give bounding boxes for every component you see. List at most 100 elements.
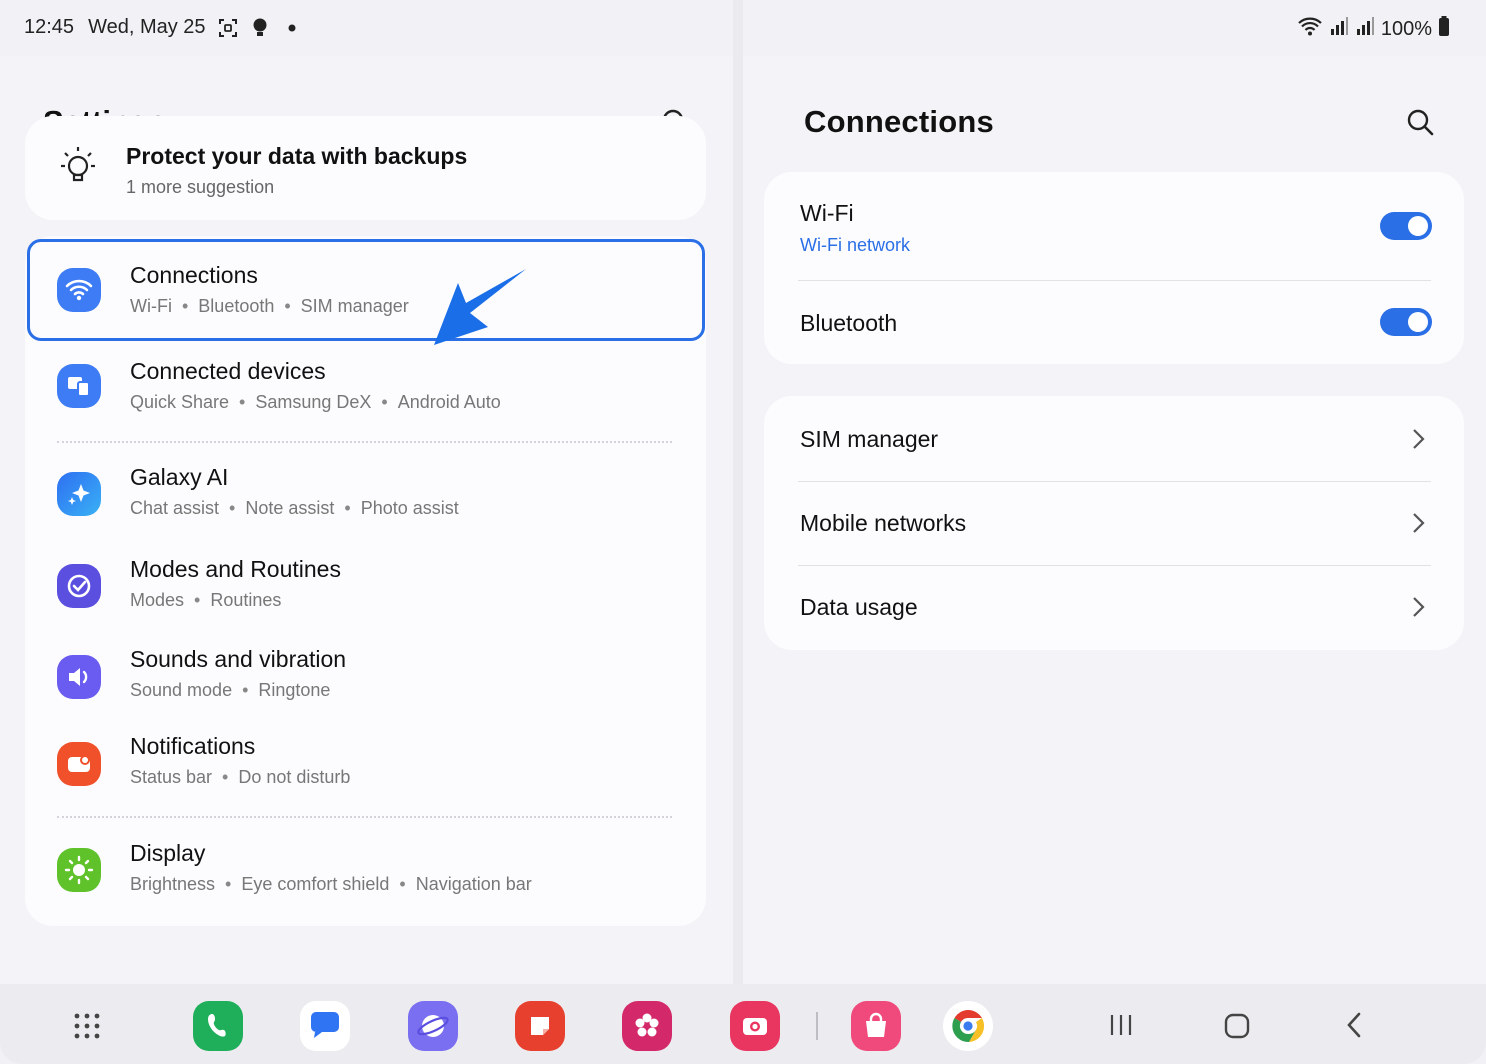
sub-label: Chat assist [130,498,220,518]
mobile-networks-row[interactable]: Mobile networks [764,482,1464,565]
chrome-icon[interactable] [943,1001,993,1051]
settings-item-display[interactable]: Display Brightness • Eye comfort shield • Na… [25,832,706,922]
item-subtitle: Quick Share • Samsung DeX • Android Auto [130,392,501,412]
sub-label: Android Auto [397,392,501,412]
screen: 12:45 Wed, May 25 100% Protect your data… [0,0,1486,1064]
chevron-right-icon [1413,429,1425,449]
item-subtitle: Modes • Routines [130,590,282,610]
suggestion-card[interactable]: Protect your data with backups 1 more su… [25,116,706,220]
lightbulb-icon [55,144,101,190]
link-title: SIM manager [800,426,939,452]
suggestion-subtitle: 1 more suggestion [126,177,275,197]
detail-title: Connections [804,104,994,139]
link-title: Mobile networks [800,510,967,536]
item-subtitle: Brightness • Eye comfort shield • Navigation… [130,874,532,894]
item-subtitle: Status bar • Do not disturb [130,767,351,787]
sub-label: Sound mode [130,680,233,700]
wifi-icon [57,268,101,312]
sub-label: Samsung DeX [255,392,372,412]
bluetooth-row[interactable]: Bluetooth [764,281,1464,364]
bulb-icon [250,17,270,39]
settings-list: Connections Wi-Fi • Bluetooth • SIM manager … [25,236,706,926]
status-time: 12:45 [24,16,75,38]
sub-label: Photo assist [360,498,459,518]
gallery-icon[interactable] [622,1001,672,1051]
settings-item-connections[interactable]: Connections Wi-Fi • Bluetooth • SIM manager [25,236,706,341]
sparkle-icon [57,472,101,516]
settings-item-connected-devices[interactable]: Connected devices Quick Share • Samsung De… [25,348,706,438]
sub-label: Wi-Fi [130,296,172,316]
data-usage-row[interactable]: Data usage [764,566,1464,650]
sub-label: Bluetooth [198,296,275,316]
dock-divider [816,1012,818,1040]
sub-label: Do not disturb [238,767,351,787]
sim-manager-row[interactable]: SIM manager [764,396,1464,481]
notification-icon [57,742,101,786]
battery-icon [1438,16,1450,42]
signal-icon [1329,16,1349,42]
wifi-icon [1297,16,1323,42]
sub-label: Modes [130,590,185,610]
taskbar [0,984,1486,1064]
divider [57,816,672,818]
item-title: Display [130,840,206,866]
dot-icon [282,17,302,39]
sub-label: Status bar [130,767,213,787]
bluetooth-title: Bluetooth [800,310,898,336]
settings-item-modes-and-routines[interactable]: Modes and Routines Modes • Routines [25,546,706,636]
links-card: SIM manager Mobile networks Data usage [764,396,1464,650]
wifi-toggle[interactable] [1380,212,1432,240]
selected-highlight [27,239,705,341]
notes-icon[interactable] [515,1001,565,1051]
sub-label: Brightness [130,874,216,894]
item-title: Connections [130,262,258,288]
settings-item-galaxy-ai[interactable]: Galaxy AI Chat assist • Note assist • Photo … [25,456,706,546]
pane-divider[interactable] [733,0,743,984]
sub-label: Navigation bar [415,874,532,894]
sub-label: Routines [210,590,282,610]
devices-icon [57,364,101,408]
phone-icon[interactable] [193,1001,243,1051]
item-title: Galaxy AI [130,464,229,490]
sub-label: SIM manager [300,296,409,316]
camera-icon[interactable] [730,1001,780,1051]
sub-label: Note assist [245,498,335,518]
wifi-network-name: Wi-Fi network [800,235,911,255]
status-bar: 12:45 Wed, May 25 100% [0,0,1486,56]
messages-icon[interactable] [300,1001,350,1051]
item-subtitle: Wi-Fi • Bluetooth • SIM manager [130,296,409,316]
bluetooth-toggle[interactable] [1380,308,1432,336]
home-icon[interactable] [1222,1011,1252,1041]
signal-icon [1355,16,1375,42]
chevron-right-icon [1413,513,1425,533]
internet-icon[interactable] [408,1001,458,1051]
chevron-right-icon [1413,597,1425,617]
check-circle-icon [57,564,101,608]
item-subtitle: Chat assist • Note assist • Photo assist [130,498,459,518]
back-icon[interactable] [1342,1010,1366,1040]
annotation-arrow-icon [430,265,530,350]
suggestion-title: Protect your data with backups [126,143,468,169]
settings-item-sounds-and-vibration[interactable]: Sounds and vibration Sound mode • Ringtone [25,636,706,726]
item-title: Connected devices [130,358,326,384]
status-date: Wed, May 25 [88,16,206,38]
screenshot-icon [218,17,238,39]
settings-item-notifications[interactable]: Notifications Status bar • Do not disturb [25,726,706,816]
divider [57,441,672,443]
recents-icon[interactable] [1106,1012,1136,1038]
item-subtitle: Sound mode • Ringtone [130,680,331,700]
link-title: Data usage [800,594,918,620]
search-icon [1407,109,1434,136]
apps-grid-icon[interactable] [62,1001,112,1051]
store-icon[interactable] [851,1001,901,1051]
search-button[interactable] [1400,102,1440,142]
sun-icon [57,848,101,892]
item-title: Notifications [130,733,256,759]
item-title: Modes and Routines [130,556,341,582]
volume-icon [57,655,101,699]
battery-text: 100% [1380,17,1432,40]
toggles-card: Wi-Fi Wi-Fi network Bluetooth [764,172,1464,364]
wifi-row[interactable]: Wi-Fi Wi-Fi network [764,172,1464,280]
sub-label: Eye comfort shield [241,874,390,894]
sub-label: Quick Share [130,392,230,412]
